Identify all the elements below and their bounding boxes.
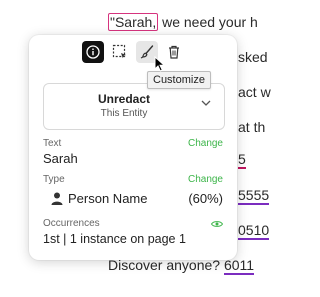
document-line-4: at th bbox=[238, 119, 266, 135]
dashed-select-icon bbox=[112, 44, 126, 59]
occurrences-value: 1st | 1 instance on page 1 bbox=[43, 232, 186, 246]
entity-popover: Unredact This Entity Text Change Sarah T… bbox=[29, 35, 237, 260]
chevron-down-icon bbox=[201, 100, 211, 106]
trash-icon bbox=[168, 45, 179, 59]
redacted-number-1[interactable]: 5 bbox=[238, 151, 246, 169]
info-icon bbox=[85, 45, 100, 59]
document-line-1: "Sarah, we need your h bbox=[108, 13, 258, 31]
brush-icon bbox=[140, 45, 153, 59]
unredact-title: Unredact bbox=[97, 92, 150, 106]
redaction-highlight-sarah[interactable]: "Sarah, bbox=[108, 13, 159, 31]
redacted-number-3[interactable]: 0510 bbox=[238, 222, 270, 240]
unredact-dropdown[interactable]: Unredact This Entity bbox=[43, 83, 225, 130]
type-label: Type bbox=[43, 174, 65, 185]
unredact-subtitle: This Entity bbox=[100, 108, 148, 119]
type-confidence: (60%) bbox=[188, 191, 223, 206]
info-button[interactable] bbox=[81, 41, 104, 63]
document-line-6: 5555 bbox=[238, 187, 270, 205]
customize-tooltip: Customize bbox=[147, 71, 211, 89]
select-area-button[interactable] bbox=[109, 41, 131, 63]
popover-toolbar bbox=[29, 35, 237, 69]
text-label: Text bbox=[43, 138, 62, 149]
person-icon bbox=[51, 192, 63, 205]
change-type-link[interactable]: Change bbox=[188, 174, 223, 185]
text-value: Sarah bbox=[43, 151, 78, 166]
document-line-7: 0510 bbox=[238, 222, 270, 240]
eye-icon[interactable] bbox=[211, 220, 223, 228]
type-value: Person Name bbox=[68, 191, 148, 206]
document-line-5: 5 bbox=[238, 151, 246, 169]
document-line-3: act w bbox=[238, 84, 271, 100]
document-line-2: sked bbox=[238, 49, 268, 65]
redacted-number-2[interactable]: 5555 bbox=[238, 187, 270, 205]
mouse-cursor-icon bbox=[154, 56, 166, 72]
occurrences-label: Occurrences bbox=[43, 218, 100, 229]
change-text-link[interactable]: Change bbox=[188, 138, 223, 149]
